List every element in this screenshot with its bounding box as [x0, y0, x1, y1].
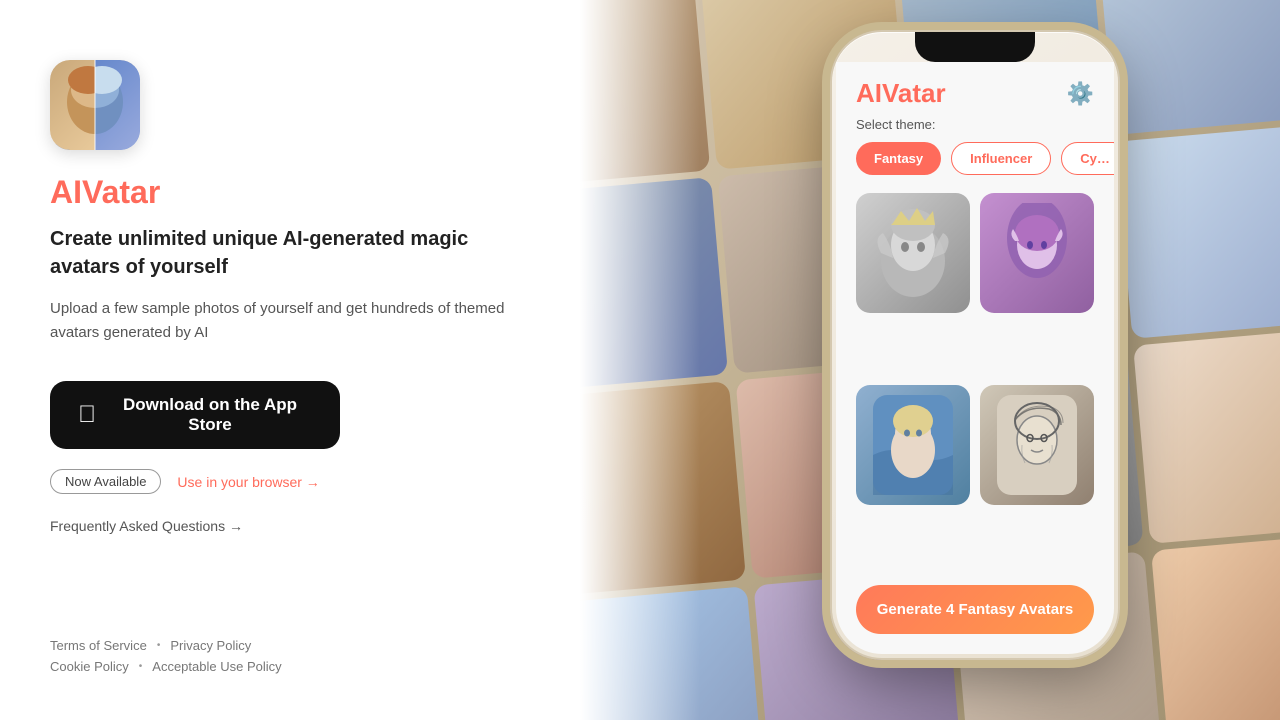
app-icon [50, 60, 140, 150]
faq-link[interactable]: Frequently Asked Questions → [50, 518, 530, 534]
left-panel: AIVatar Create unlimited unique AI-gener… [0, 0, 580, 720]
download-label: Download on the App Store [108, 395, 312, 435]
phone-header: AIVatar ⚙️ [836, 62, 1114, 117]
collage-avatar [580, 586, 763, 720]
privacy-policy-link[interactable]: Privacy Policy [170, 638, 251, 653]
collage-avatar [580, 0, 710, 187]
app-tagline: Create unlimited unique AI-generated mag… [50, 225, 530, 281]
collage-avatar [580, 177, 727, 391]
phone-app-title: AIVatar [856, 78, 946, 109]
acceptable-use-link[interactable]: Acceptable Use Policy [152, 659, 281, 674]
phone-notch [915, 32, 1035, 62]
sketch-avatar-svg [997, 395, 1077, 495]
water-avatar-svg [873, 395, 953, 495]
collage-avatar [1150, 533, 1280, 720]
avatar-gray-warrior [856, 193, 970, 313]
availability-row: Now Available Use in your browser → [50, 469, 530, 494]
theme-fantasy-button[interactable]: Fantasy [856, 142, 941, 175]
select-theme-label: Select theme: [836, 117, 1114, 142]
footer-row-2: Cookie Policy • Acceptable Use Policy [50, 659, 282, 674]
terms-of-service-link[interactable]: Terms of Service [50, 638, 147, 653]
collage-avatar [1133, 329, 1280, 543]
settings-icon[interactable]: ⚙️ [1067, 81, 1094, 107]
avatar-blue-water [856, 385, 970, 505]
phone-screen: AIVatar ⚙️ Select theme: Fantasy Influen… [836, 62, 1114, 654]
collage-avatar [580, 381, 745, 595]
collage-avatar [1097, 0, 1280, 134]
avatar-grid [836, 189, 1114, 571]
app-title: AIVatar [50, 174, 530, 211]
browser-link[interactable]: Use in your browser → [177, 474, 319, 490]
apple-icon:  [78, 401, 96, 429]
theme-influencer-button[interactable]: Influencer [951, 142, 1051, 175]
avatar-sketch [980, 385, 1094, 505]
warrior-avatar-svg [873, 203, 953, 303]
download-app-store-button[interactable]:  Download on the App Store [50, 381, 340, 449]
theme-cyber-button[interactable]: Cy… [1061, 142, 1114, 175]
phone-mockup: AIVatar ⚙️ Select theme: Fantasy Influen… [830, 30, 1120, 660]
now-available-badge: Now Available [50, 469, 161, 494]
footer: Terms of Service • Privacy Policy Cookie… [50, 638, 282, 680]
footer-row-1: Terms of Service • Privacy Policy [50, 638, 282, 653]
theme-buttons: Fantasy Influencer Cy… [836, 142, 1114, 189]
avatar-purple-elf [980, 193, 1094, 313]
generate-avatars-button[interactable]: Generate 4 Fantasy Avatars [856, 585, 1094, 634]
collage-avatar [1115, 124, 1280, 338]
elf-avatar-svg [997, 203, 1077, 303]
app-description: Upload a few sample photos of yourself a… [50, 297, 530, 345]
cookie-policy-link[interactable]: Cookie Policy [50, 659, 129, 674]
